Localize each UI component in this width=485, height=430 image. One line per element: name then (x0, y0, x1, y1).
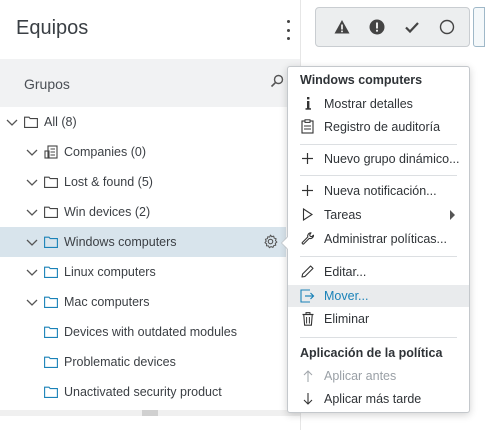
tree-item-companies[interactable]: Companies (0) (0, 137, 286, 167)
dynamic-folder-icon (44, 266, 58, 278)
audit-log-icon (300, 119, 315, 134)
chevron-down-icon[interactable] (25, 175, 39, 189)
groups-panel: Equipos Grupos All (8) Companies (0) Los… (0, 0, 301, 430)
chevron-right-icon (450, 210, 455, 220)
folder-icon (24, 116, 38, 128)
chevron-down-icon[interactable] (25, 205, 39, 219)
move-icon (300, 288, 315, 303)
menu-item-show-details[interactable]: Mostrar detalles (288, 93, 469, 115)
tree-item-unactivated-security[interactable]: Unactivated security product (0, 377, 286, 407)
plus-icon (300, 151, 315, 166)
tree-item-label: Windows computers (64, 235, 177, 249)
arrow-down-icon (300, 391, 315, 406)
tree-item-linux-computers[interactable]: Linux computers (0, 257, 286, 287)
menu-item-label: Administrar políticas... (324, 232, 447, 246)
plus-icon (300, 183, 315, 198)
menu-item-manage-policies[interactable]: Administrar políticas... (288, 228, 469, 250)
menu-separator (300, 175, 457, 176)
tree-item-problematic-devices[interactable]: Problematic devices (0, 347, 286, 377)
groups-header: Grupos (0, 59, 300, 107)
dynamic-folder-icon (44, 296, 58, 308)
wrench-icon (300, 231, 315, 246)
page-title: Equipos (16, 17, 89, 39)
chevron-down-icon[interactable] (25, 145, 39, 159)
resize-grip-icon[interactable] (142, 410, 158, 416)
chevron-down-icon[interactable] (25, 295, 39, 309)
menu-item-new-notification[interactable]: Nueva notificación... (288, 180, 469, 202)
tree-item-label: All (8) (44, 115, 77, 129)
menu-item-label: Mostrar detalles (324, 97, 413, 111)
menu-item-audit-log[interactable]: Registro de auditoría (288, 116, 469, 138)
menu-separator (300, 144, 457, 145)
folder-icon (44, 206, 58, 218)
tree-item-outdated-modules[interactable]: Devices with outdated modules (0, 317, 286, 347)
menu-item-label: Tareas (324, 208, 362, 222)
menu-separator (300, 337, 457, 338)
menu-item-label: Aplicar más tarde (324, 392, 422, 406)
chevron-down-icon[interactable] (25, 235, 39, 249)
tree-item-all[interactable]: All (8) (0, 107, 286, 137)
tree-item-lost-found[interactable]: Lost & found (5) (0, 167, 286, 197)
more-options-icon[interactable] (282, 18, 294, 42)
menu-section-title: Windows computers (300, 73, 423, 87)
alert-circle-icon[interactable] (368, 18, 386, 36)
menu-item-label: Nueva notificación... (324, 184, 437, 198)
menu-separator (300, 256, 457, 257)
filter-toggle-button[interactable] (473, 7, 485, 47)
menu-item-edit[interactable]: Editar... (288, 261, 469, 283)
tree-item-label: Unactivated security product (64, 385, 222, 399)
tree-item-label: Win devices (2) (64, 205, 151, 219)
menu-item-label: Nuevo grupo dinámico... (324, 152, 460, 166)
folder-icon (44, 176, 58, 188)
dynamic-folder-icon (44, 386, 58, 398)
dynamic-folder-icon (44, 356, 58, 368)
menu-section-title: Aplicación de la política (300, 346, 443, 360)
chevron-down-icon[interactable] (5, 115, 19, 129)
menu-item-move[interactable]: Mover... (288, 285, 469, 307)
gear-icon[interactable] (263, 234, 278, 249)
menu-item-label: Eliminar (324, 312, 370, 326)
tree-item-label: Lost & found (5) (64, 175, 153, 189)
dynamic-folder-icon (44, 236, 58, 248)
info-icon (300, 96, 315, 111)
tree-item-mac-computers[interactable]: Mac computers (0, 287, 286, 317)
groups-label: Grupos (24, 76, 70, 92)
trash-icon (300, 311, 315, 326)
context-menu: Windows computers Mostrar detalles Regis… (287, 66, 470, 413)
tree-item-label: Problematic devices (64, 355, 176, 369)
menu-item-tasks[interactable]: Tareas (288, 204, 469, 226)
arrow-up-icon (300, 368, 315, 383)
pencil-icon (300, 264, 315, 279)
warning-triangle-icon[interactable] (333, 18, 351, 36)
check-icon[interactable] (403, 18, 421, 36)
menu-item-label: Aplicar antes (324, 369, 397, 383)
menu-item-new-dynamic-group[interactable]: Nuevo grupo dinámico... (288, 148, 469, 170)
menu-item-apply-earlier[interactable]: Aplicar antes (288, 365, 469, 387)
menu-item-label: Editar... (324, 265, 367, 279)
tree-item-label: Linux computers (64, 265, 156, 279)
menu-item-label: Mover... (324, 289, 369, 303)
play-icon (300, 207, 315, 222)
status-filter-bar (315, 7, 470, 47)
chevron-down-icon[interactable] (25, 265, 39, 279)
panel-resize-handle[interactable] (0, 410, 300, 416)
menu-item-apply-later[interactable]: Aplicar más tarde (288, 388, 469, 410)
tree-item-label: Companies (0) (64, 145, 146, 159)
menu-pointer-inner (282, 237, 288, 249)
menu-item-delete[interactable]: Eliminar (288, 308, 469, 330)
companies-icon (44, 145, 58, 159)
circle-outline-icon[interactable] (438, 18, 456, 36)
dynamic-folder-icon (44, 326, 58, 338)
tree-item-label: Devices with outdated modules (64, 325, 238, 339)
tree-item-win-devices[interactable]: Win devices (2) (0, 197, 286, 227)
tree-item-label: Mac computers (64, 295, 150, 309)
tree-item-windows-computers[interactable]: Windows computers (0, 227, 286, 257)
menu-item-label: Registro de auditoría (324, 120, 441, 134)
search-icon[interactable] (270, 74, 284, 88)
